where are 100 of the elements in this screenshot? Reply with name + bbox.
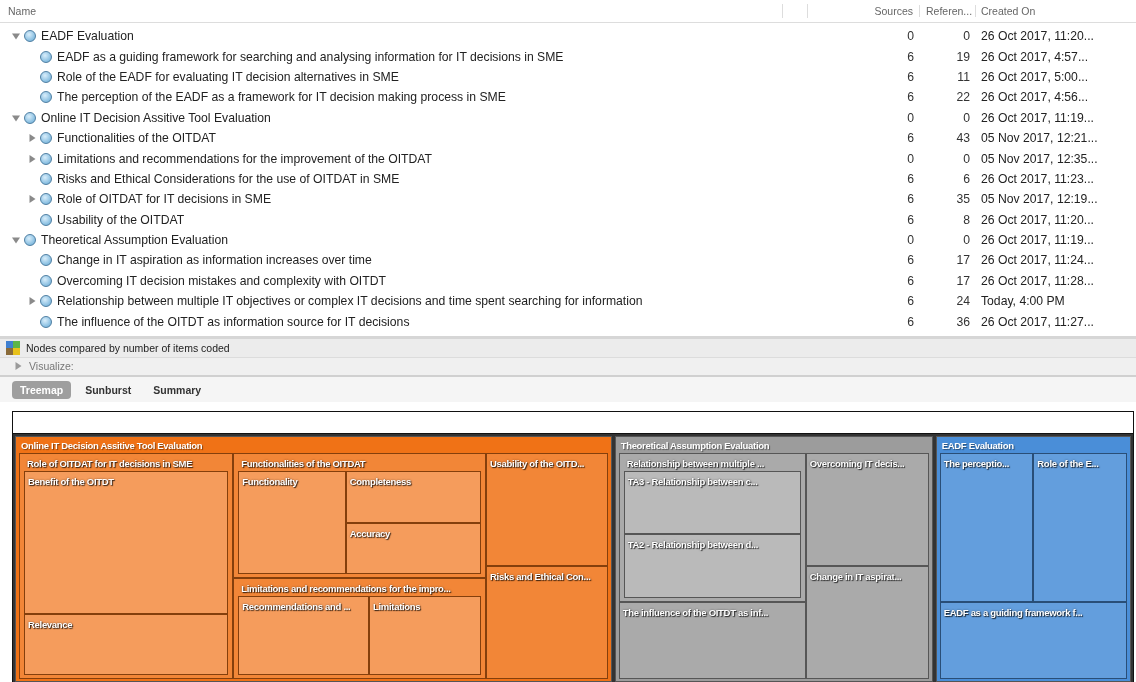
treemap-tile[interactable]: EADF as a guiding framework f... — [939, 602, 1127, 679]
tile-label: Change in IT aspirat... — [808, 570, 903, 585]
node-icon — [40, 172, 52, 185]
created-date: Today, 4:00 PM — [980, 294, 1066, 309]
node-row[interactable]: The perception of the EADF as a framework for IT decision making process in SME 6 22 26 Oct 2017, 4:56... — [0, 87, 1136, 108]
node-row[interactable]: Risks and Ethical Considerations for the use of OITDAT in SME 6 6 26 Oct 2017, 11:23... — [0, 168, 1136, 190]
tile-label: Completeness — [348, 474, 413, 489]
node-icon — [24, 234, 36, 247]
treemap-tile[interactable]: Recommendations and ... — [238, 596, 369, 675]
references-count: 17 — [955, 273, 971, 288]
disclosure-triangle-icon[interactable] — [28, 297, 36, 306]
disclosure-triangle-icon[interactable] — [28, 195, 36, 204]
created-date: 26 Oct 2017, 4:57... — [980, 49, 1090, 64]
sources-count: 0 — [906, 29, 915, 44]
sources-count: 6 — [906, 192, 915, 207]
node-name: Relationship between multiple IT objectives or complex IT decisions and time spent searching for information — [57, 294, 643, 309]
treemap-tile[interactable]: Relationship between multiple ... TA3 - Relationship between c... TA2 - Relationship between d... — [618, 452, 806, 602]
node-icon — [40, 50, 52, 63]
treemap-tile[interactable]: Change in IT aspirat... — [805, 566, 929, 679]
column-header[interactable]: Created On — [976, 5, 1136, 17]
disclosure-triangle-icon[interactable] — [12, 32, 20, 41]
treemap-group[interactable]: EADF Evaluation The perceptio... Role of the E... EADF as a guiding framework f... — [935, 435, 1131, 682]
treemap-tile[interactable]: Limitations — [368, 596, 482, 675]
node-name: Usability of the OITDAT — [57, 212, 185, 227]
tile-label: Functionalities of the OITDAT — [240, 456, 367, 471]
treemap-tile[interactable]: The perceptio... — [939, 452, 1034, 603]
sources-count: 0 — [906, 110, 915, 125]
node-row[interactable]: The influence of the OITDT as information source for IT decisions 6 36 26 Oct 2017, 11:27... — [0, 311, 1136, 332]
created-date: 26 Oct 2017, 4:56... — [980, 90, 1090, 105]
treemap-tile[interactable]: Relevance — [24, 613, 229, 675]
node-row[interactable]: Role of OITDAT for IT decisions in SME 6 35 05 Nov 2017, 12:19... — [0, 189, 1136, 210]
references-count: 0 — [962, 110, 971, 125]
view-tab[interactable]: Summary — [145, 380, 210, 399]
node-icon — [40, 315, 52, 328]
node-icon — [24, 30, 36, 43]
treemap-tile[interactable]: Completeness — [345, 470, 482, 523]
treemap-icon — [6, 340, 20, 355]
tile-label: Overcoming IT decis... — [808, 456, 906, 471]
column-header[interactable]: Name — [0, 5, 782, 17]
node-row[interactable]: EADF as a guiding framework for searching and analysing information for IT decisions in SME 6 19 26 Oct 2017, 4:57... — [0, 46, 1136, 67]
sources-count: 0 — [906, 233, 915, 248]
references-count: 19 — [955, 49, 971, 64]
group-label: EADF Evaluation — [940, 438, 1015, 453]
disclosure-triangle-icon[interactable] — [12, 236, 20, 245]
view-tab[interactable]: Treemap — [12, 380, 72, 399]
treemap-tile[interactable]: Accuracy — [345, 522, 482, 575]
node-row[interactable]: Role of the EADF for evaluating IT decision alternatives in SME 6 11 26 Oct 2017, 5:00... — [0, 66, 1136, 88]
node-name: Risks and Ethical Considerations for the use of OITDAT in SME — [57, 171, 400, 186]
treemap-tile[interactable]: Overcoming IT decis... — [805, 452, 929, 567]
view-tab[interactable]: Sunburst — [77, 380, 140, 399]
node-row[interactable]: Relationship between multiple IT objectives or complex IT decisions and time spent searching for information 6 24 Today, 4:00 PM — [0, 291, 1136, 312]
treemap-tile[interactable]: Usability of the OITD... — [486, 452, 608, 567]
node-row[interactable]: Functionalities of the OITDAT 6 43 05 Nov 2017, 12:21... — [0, 127, 1136, 149]
treemap-tile[interactable]: Functionality — [238, 470, 346, 575]
created-date: 26 Oct 2017, 11:24... — [980, 253, 1095, 268]
node-row[interactable]: EADF Evaluation 0 0 26 Oct 2017, 11:20... — [0, 26, 1136, 47]
node-icon — [40, 91, 52, 104]
treemap-tile[interactable]: The influence of the OITDT as inf... — [618, 602, 806, 679]
treemap-tile[interactable]: Benefit of the OITDT — [24, 470, 229, 614]
treemap-group[interactable] — [15, 435, 612, 682]
sources-count: 0 — [906, 151, 915, 166]
node-name: Limitations and recommendations for the improvement of the OITDAT — [57, 151, 433, 166]
treemap-tile[interactable]: TA2 - Relationship between d... — [623, 534, 801, 598]
disclosure-triangle-icon[interactable] — [28, 134, 36, 143]
references-count: 0 — [962, 233, 971, 248]
treemap-tile[interactable]: Risks and Ethical Con... — [486, 566, 608, 679]
node-row[interactable]: Overcoming IT decision mistakes and complexity with OITDT 6 17 26 Oct 2017, 11:28... — [0, 270, 1136, 292]
node-row[interactable]: Theoretical Assumption Evaluation 0 0 26 Oct 2017, 11:19... — [0, 229, 1136, 251]
node-row[interactable]: Limitations and recommendations for the improvement of the OITDAT 0 0 05 Nov 2017, 12:35... — [0, 148, 1136, 169]
references-count: 43 — [955, 131, 971, 146]
created-date: 26 Oct 2017, 11:28... — [980, 273, 1095, 288]
tile-label: TA2 - Relationship between d... — [626, 538, 760, 553]
node-name: Overcoming IT decision mistakes and complexity with OITDT — [57, 273, 386, 288]
disclosure-triangle-icon[interactable] — [12, 113, 20, 122]
sources-count: 6 — [906, 90, 915, 105]
column-header[interactable]: Referen... — [920, 5, 976, 17]
sources-count: 6 — [906, 69, 915, 84]
sources-count: 6 — [906, 212, 915, 227]
created-date: 26 Oct 2017, 11:20... — [980, 212, 1095, 227]
tile-label: Relevance — [27, 617, 74, 632]
references-count: 6 — [962, 171, 971, 186]
column-header[interactable]: Sources — [862, 5, 920, 17]
node-row[interactable]: Change in IT aspiration as information increases over time 6 17 26 Oct 2017, 11:24... — [0, 250, 1136, 271]
tile-label: Usability of the OITD... — [489, 456, 586, 471]
disclosure-triangle-icon[interactable] — [28, 154, 36, 163]
treemap-tile[interactable]: Functionalities of the OITDAT Functionality Completeness Accuracy — [233, 452, 487, 579]
node-row[interactable]: Usability of the OITDAT 6 8 26 Oct 2017, 11:20... — [0, 209, 1136, 230]
treemap-tile[interactable]: Role of OITDAT for IT decisions in SME Benefit of the OITDT Relevance — [19, 452, 234, 679]
tile-label: Role of the E... — [1036, 456, 1100, 471]
created-date: 05 Nov 2017, 12:21... — [980, 131, 1099, 146]
node-name: EADF as a guiding framework for searching and analysing information for IT decisions in SME — [57, 49, 564, 64]
treemap-group[interactable] — [614, 435, 933, 682]
treemap-tile[interactable]: TA3 - Relationship between c... — [623, 470, 801, 535]
node-name: Role of the EADF for evaluating IT decision alternatives in SME — [57, 69, 399, 84]
treemap-tile[interactable]: Role of the E... — [1033, 452, 1127, 603]
disclosure-triangle-icon[interactable] — [14, 362, 22, 371]
node-icon — [40, 70, 52, 83]
node-row[interactable]: Online IT Decision Assitive Tool Evaluation 0 0 26 Oct 2017, 11:19... — [0, 107, 1136, 128]
treemap-tile[interactable]: Limitations and recommendations for the impro... Recommendations and ... Limitations — [233, 578, 487, 679]
created-date: 05 Nov 2017, 12:35... — [980, 151, 1099, 166]
